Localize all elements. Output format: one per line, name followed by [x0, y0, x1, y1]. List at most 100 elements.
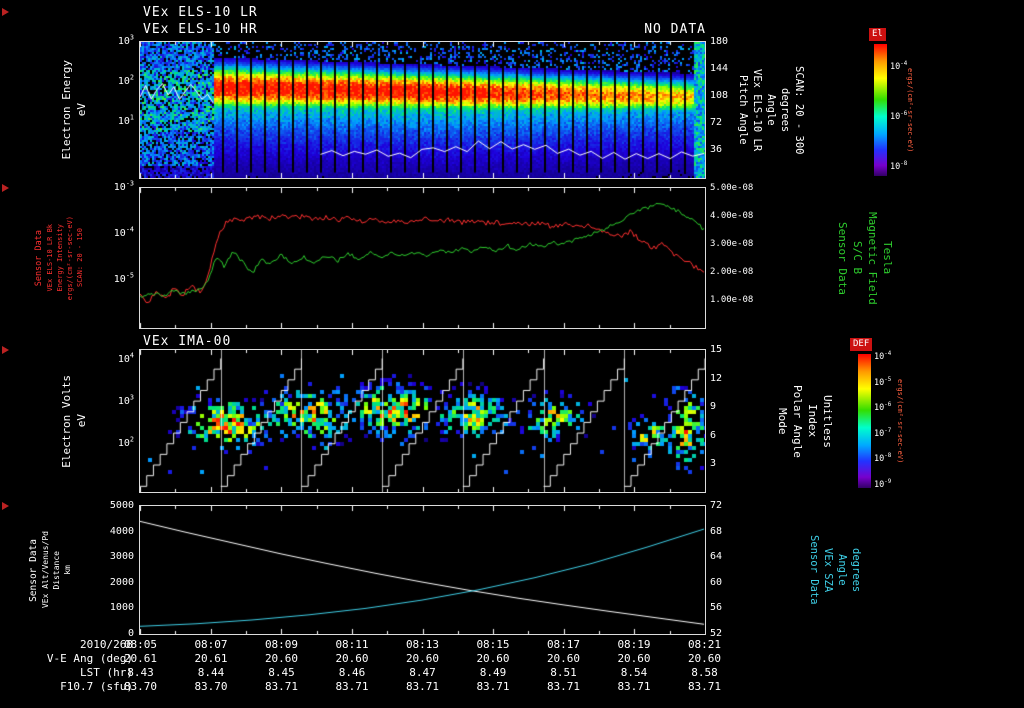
ima-spectrogram-panel [139, 349, 706, 493]
row-value: 8.46 [338, 666, 366, 679]
y-tick-label: 103 [117, 33, 134, 47]
axis-title-line: Electron Energy [60, 60, 73, 160]
intensity-bfield-canvas [140, 188, 705, 328]
colorbar-tick-label: 10-4 [890, 61, 908, 72]
panel-marker-arrow [2, 8, 9, 16]
panel-title-els-hr: VEx ELS-10 HR [143, 22, 258, 37]
time-tick-label: 08:09 [264, 638, 299, 651]
y-tick-label: 102 [117, 435, 134, 449]
axis-title-line: km [63, 565, 72, 575]
row-values: 20.61 20.61 20.60 20.60 20.60 20.60 20.60 20.60… [118, 652, 727, 665]
time-tick-label: 08:19 [617, 638, 651, 651]
row-value: 83.71 [335, 680, 369, 693]
time-tick-label: 08:07 [194, 638, 228, 651]
row-value: 8.49 [479, 666, 507, 679]
intensity-bfield-panel [139, 187, 706, 329]
panel-title-ima: VEx IMA-00 [143, 334, 232, 349]
row-value: 83.71 [264, 680, 299, 693]
row-value: 83.71 [476, 680, 510, 693]
row-value: 20.60 [335, 652, 369, 665]
row-value: 83.71 [546, 680, 581, 693]
y-tick-label: 6 [710, 429, 717, 441]
altitude-sza-canvas [140, 506, 705, 634]
row-label: V-E Ang (deg) [46, 652, 133, 665]
panel-marker-arrow [2, 346, 9, 354]
row-value: 83.70 [123, 680, 158, 693]
axis-title-line: VEx Alt/Venus/Pd [41, 531, 50, 609]
row-value: 8.51 [550, 666, 577, 679]
axis-title-line: Mode [776, 407, 789, 435]
els-spectrogram-canvas [140, 42, 705, 178]
y-tick-label: 102 [117, 73, 134, 87]
bfield-right-ticks: 5.00e-08 4.00e-08 3.00e-08 2.00e-08 1.00e-08 [710, 182, 768, 306]
els-colorbar-title: El [869, 28, 886, 41]
axis-title-line: SCAN: 20 - 150 [76, 228, 84, 288]
y-tick-label: 15 [710, 344, 723, 355]
panel-marker-arrow [2, 184, 9, 192]
time-tick-label: 08:11 [335, 638, 369, 651]
ima-y-ticks: 104 103 102 [88, 352, 134, 450]
els-right-ticks: 180 144 108 72 36 [710, 36, 734, 156]
time-tick-label: 08:15 [476, 638, 510, 651]
row-values: 83.70 83.70 83.71 83.71 83.71 83.71 83.71 83.71… [118, 680, 727, 693]
axis-title-line: Sensor Data [808, 535, 820, 605]
axis-title-line: Electron Volts [60, 374, 73, 468]
row-value: 20.60 [476, 652, 510, 665]
els-y-axis-title: Electron Energy eV [60, 42, 88, 178]
colorbar-tick-label: 10-8 [890, 161, 908, 172]
ima-colorbar-units: ergs/(cm²-sr-sec-eV) [896, 378, 904, 464]
altitude-sza-panel [139, 505, 706, 635]
axis-title-line: S/C B [851, 241, 864, 275]
axis-title-line: Index [806, 404, 819, 438]
axis-title-line: SCAN: 20 - 300 [793, 65, 805, 155]
ima-y-axis-title: Electron Volts eV [60, 350, 88, 492]
row-value: 83.70 [194, 680, 228, 693]
ancillary-table: V-E Ang (deg) 20.61 20.61 20.60 20.60 20.60 20… [0, 652, 1024, 694]
y-tick-label: 72 [710, 500, 723, 511]
y-tick-label: 103 [117, 393, 134, 407]
row-value: 83.71 [687, 680, 722, 693]
row-value: 20.60 [405, 652, 440, 665]
row-value: 20.60 [546, 652, 581, 665]
altitude-y-axis-title: Sensor Data VEx Alt/Venus/Pd Distance km [28, 506, 72, 634]
axis-title-line: Sensor Data [28, 538, 39, 602]
row-value: 83.71 [617, 680, 651, 693]
axis-title-line: degrees [850, 547, 862, 593]
ima-colorbar [858, 354, 871, 488]
ima-spectrogram-canvas [140, 350, 705, 492]
y-tick-label: 1000 [109, 602, 134, 614]
panel-title-els-lr: VEx ELS-10 LR [143, 5, 258, 20]
y-tick-label: 10-3 [113, 179, 134, 193]
axis-title-line: Polar Angle [791, 384, 804, 458]
ima-colorbar-title: DEF [850, 338, 873, 351]
ancillary-data-row: F10.7 (sfu) 83.70 83.70 83.71 83.71 83.71 83.7… [0, 680, 1024, 694]
y-tick-label: 56 [710, 602, 723, 614]
row-values: 8.43 8.44 8.45 8.46 8.47 8.49 8.51 8.54 8.58 [118, 666, 727, 679]
row-value: 20.60 [617, 652, 651, 665]
ima-right-axis-title: Mode Polar Angle Index Unitless [776, 350, 834, 492]
els-colorbar [874, 44, 887, 176]
y-tick-label: 12 [710, 372, 723, 384]
axis-title-line: Tesla [881, 241, 894, 275]
row-value: 83.71 [405, 680, 440, 693]
axis-title-line: VEx ELS-10 LR Bk [46, 224, 54, 292]
y-tick-label: 10-5 [113, 271, 134, 285]
y-tick-label: 101 [117, 113, 134, 127]
row-value: 8.54 [620, 666, 648, 679]
sza-right-axis-title: Sensor Data VEx SZA Angle degrees [808, 506, 862, 634]
axis-title-line: VEx SZA [822, 547, 834, 593]
els-y-ticks: 103 102 101 [88, 33, 134, 128]
els-colorbar-ticks: 10-4 10-6 10-8 [890, 61, 920, 172]
colorbar-tick-label: 10-7 [874, 427, 892, 439]
y-tick-label: 180 [710, 36, 729, 47]
colorbar-tick-label: 10-5 [874, 376, 892, 388]
time-tick-label: 08:05 [123, 638, 158, 651]
intensity-y-axis-title: Sensor Data VEx ELS-10 LR Bk Energy Intens… [34, 186, 84, 330]
y-tick-label: 144 [710, 63, 729, 74]
row-value: 8.45 [268, 666, 295, 679]
axis-title-line: Magnetic Field [866, 211, 879, 305]
els-right-axis-title: Pitch Angle VEx ELS-10 LR Angle degrees SCAN… [737, 42, 805, 178]
y-tick-label: 4000 [109, 525, 134, 537]
altitude-y-ticks: 5000 4000 3000 2000 1000 0 [88, 500, 134, 640]
ancillary-data-row: V-E Ang (deg) 20.61 20.61 20.60 20.60 20.60 20… [0, 652, 1024, 666]
